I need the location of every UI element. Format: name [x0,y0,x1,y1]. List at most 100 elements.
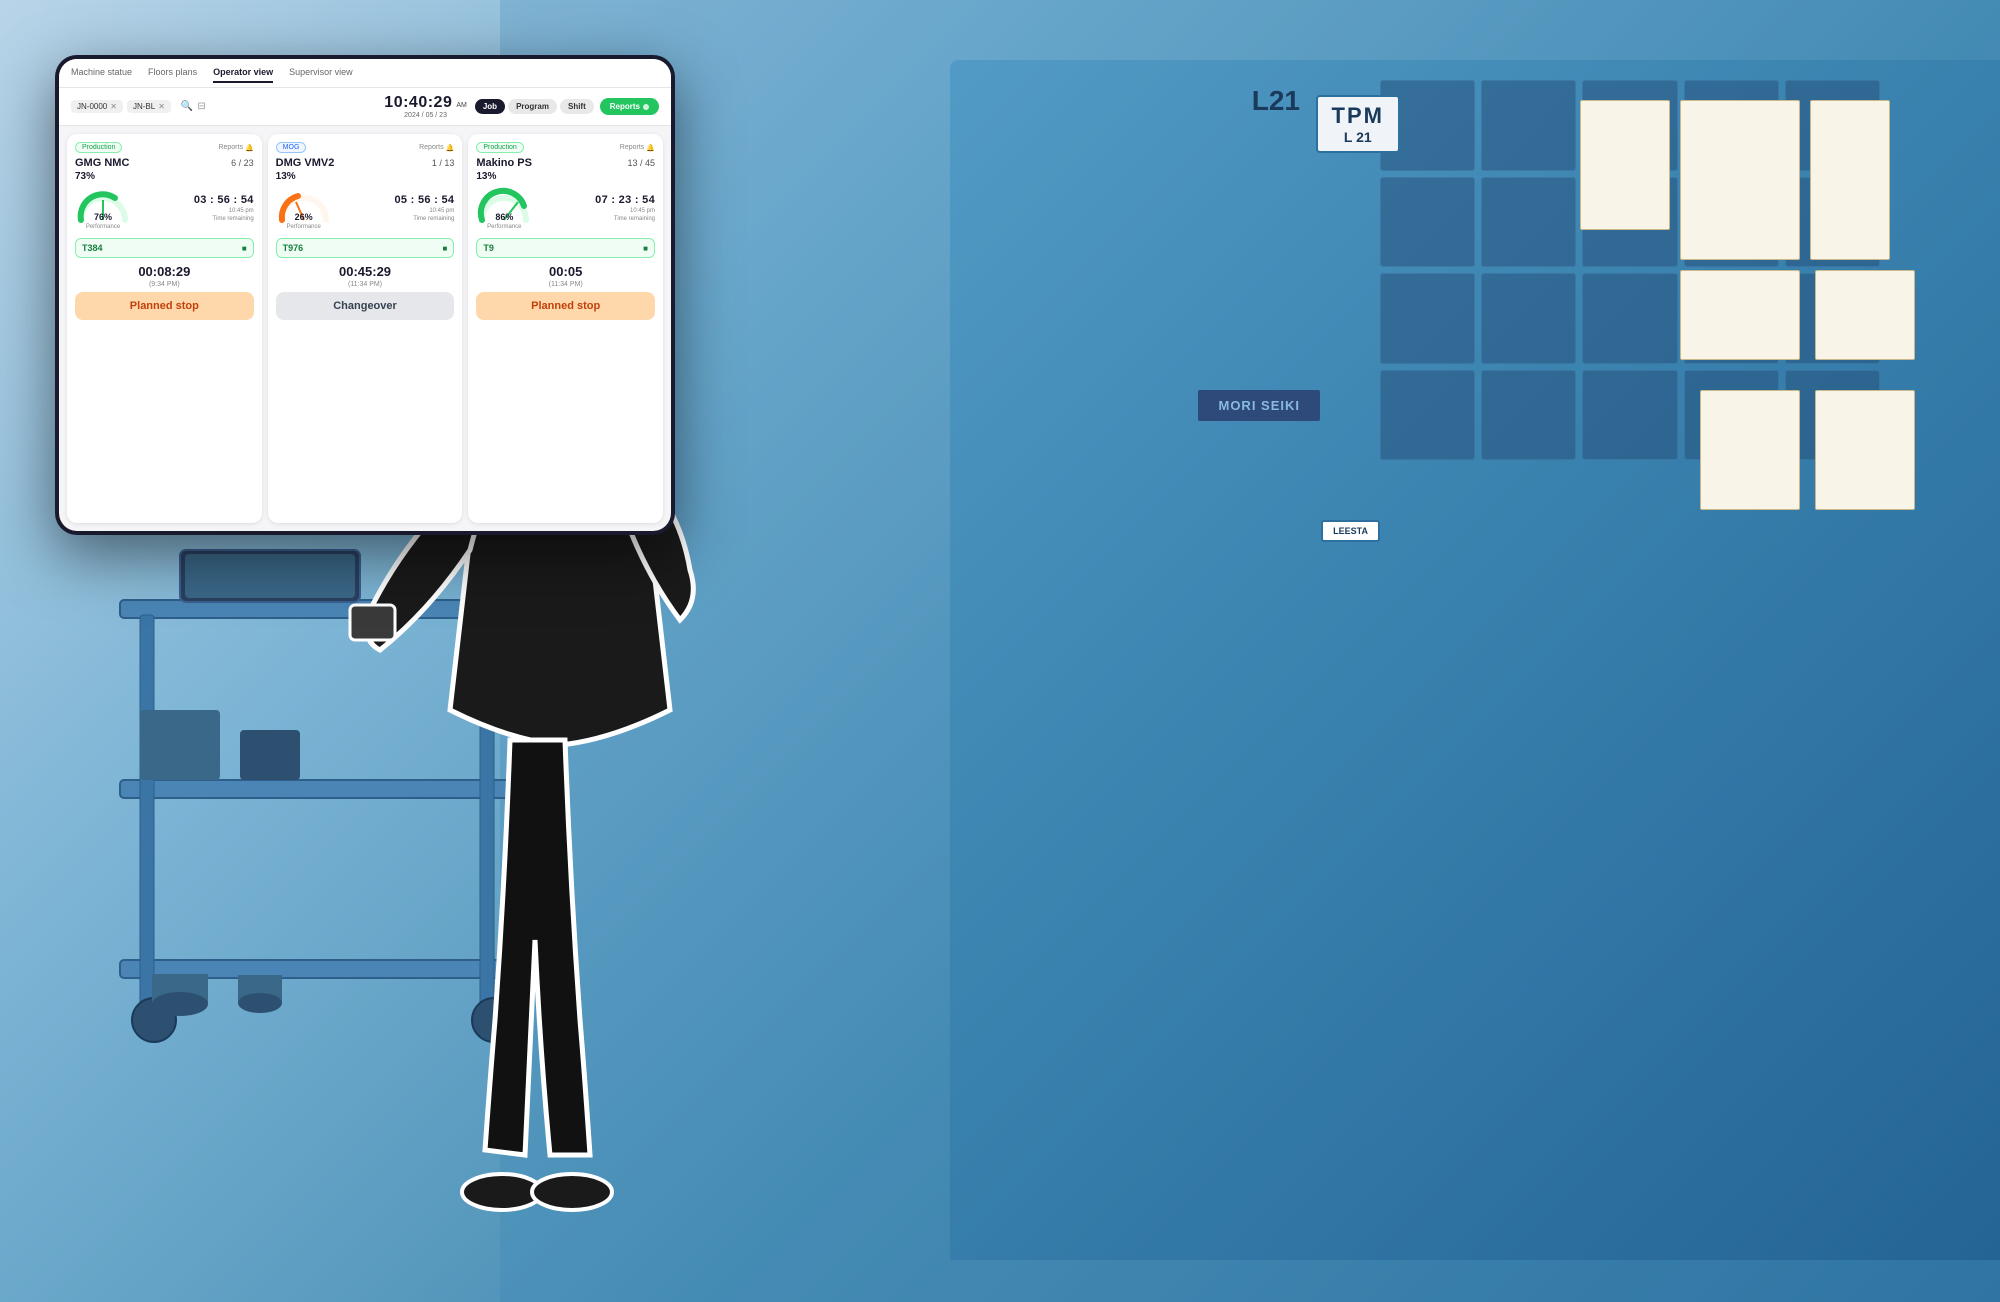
job-tag-2: T9 [483,243,494,253]
search-area: 🔍 ⊟ [181,101,206,112]
status-btn-1[interactable]: Changeover [276,292,455,320]
countdown-0: 03 : 56 : 54 [194,194,254,206]
nav-tabs: Machine statue Floors plans Operator vie… [71,67,659,83]
card-percent-0: 73% [75,171,254,182]
card-header-1: MOG Reports 🔔 [276,142,455,153]
notice-paper-6 [1815,390,1915,510]
panel-cell [1481,177,1576,268]
filter-tag-0[interactable]: JN-0000 ✕ [71,100,123,113]
tpm-subtitle: L 21 [1332,129,1384,145]
job-time-sub-2: (11:34 PM) [476,281,655,288]
gauge-label-0: Performance [75,224,131,230]
card-reports-0[interactable]: Reports 🔔 [218,144,253,152]
notice-paper-3 [1810,100,1890,260]
gauge-val-0: 76% [94,212,112,222]
panel-cell [1380,370,1475,461]
clock-time: 10:40:29 [384,94,452,112]
notice-paper-1 [1680,100,1800,260]
filter-tag-label-0: JN-0000 [77,102,107,111]
pill-shift[interactable]: Shift [560,99,594,114]
pill-program[interactable]: Program [508,99,557,114]
job-box-1: T976 ■ [276,238,455,258]
toggle-pills: Job Program Shift [475,99,594,114]
filter-tag-remove-0[interactable]: ✕ [110,102,117,111]
status-btn-0[interactable]: Planned stop [75,292,254,320]
countdown-sub-1: 10:45 pm [429,208,454,214]
time-info-1: 05 : 56 : 54 10:45 pm Time remaining [394,194,454,222]
reports-text-2: Reports [620,144,645,151]
card-badge-0: Production [75,142,122,153]
countdown-1: 05 : 56 : 54 [394,194,454,206]
panel-cell [1380,177,1475,268]
notice-paper-2 [1580,100,1670,230]
job-time-sub-0: (9:34 PM) [75,281,254,288]
tab-floors-plans[interactable]: Floors plans [148,67,197,83]
job-icon-0: ■ [242,244,247,253]
gauge-row-2: 86% Performance 07 : 23 : 54 10:45 pm Ti… [476,186,655,230]
time-info-0: 03 : 56 : 54 10:45 pm Time remaining [194,194,254,222]
machine-card-2: Production Reports 🔔 Makino PS 13 / 45 1… [468,134,663,523]
pill-job[interactable]: Job [475,99,505,114]
machine-label-l21: L21 [1252,85,1300,117]
tablet-screen: Machine statue Floors plans Operator vie… [59,59,671,531]
reports-icon-1: 🔔 [446,144,455,152]
leesta-label: LEESTA [1333,526,1368,536]
card-reports-2[interactable]: Reports 🔔 [620,144,655,152]
gauge-val-2: 86% [495,212,513,222]
card-count-2: 13 / 45 [627,158,655,168]
gauge-1: 26% [276,186,332,224]
reports-label: Reports [610,102,640,111]
reports-icon-2: 🔔 [646,144,655,152]
tpm-title: TPM [1332,103,1384,129]
countdown-label-2: Time remaining [614,216,655,222]
header-row: JN-0000 ✕ JN-BL ✕ 🔍 ⊟ 10:40:29 AM 2024 /… [59,88,671,126]
card-title-0: GMG NMC [75,157,129,169]
card-badge-1: MOG [276,142,307,153]
filter-tags: JN-0000 ✕ JN-BL ✕ 🔍 ⊟ [71,100,384,113]
gauge-label-2: Performance [476,224,532,230]
tpm-label: TPM L 21 [1316,95,1400,153]
card-count-0: 6 / 23 [231,158,254,168]
machine-card-0: Production Reports 🔔 GMG NMC 6 / 23 73% [67,134,262,523]
job-box-2: T9 ■ [476,238,655,258]
countdown-label-0: Time remaining [213,216,254,222]
job-icon-1: ■ [443,244,448,253]
gauge-0: 76% [75,186,131,224]
filter-tag-remove-1[interactable]: ✕ [158,102,165,111]
clock-ampm: AM [456,102,467,109]
status-btn-2[interactable]: Planned stop [476,292,655,320]
panel-cell [1582,273,1677,364]
card-percent-1: 13% [276,171,455,182]
tab-supervisor-view[interactable]: Supervisor view [289,67,353,83]
card-header-0: Production Reports 🔔 [75,142,254,153]
leesta-badge: LEESTA [1321,520,1380,542]
filter-tag-1[interactable]: JN-BL ✕ [127,100,171,113]
card-title-1: DMG VMV2 [276,157,335,169]
job-icon-2: ■ [643,244,648,253]
card-reports-1[interactable]: Reports 🔔 [419,144,454,152]
reports-button[interactable]: Reports [600,98,659,115]
card-badge-2: Production [476,142,523,153]
countdown-label-1: Time remaining [413,216,454,222]
filter-icon: ⊟ [197,101,205,112]
reports-icon-0: 🔔 [245,144,254,152]
tab-operator-view[interactable]: Operator view [213,67,273,83]
filter-tag-label-1: JN-BL [133,102,155,111]
card-percent-2: 13% [476,171,655,182]
gauge-row-0: 76% Performance 03 : 56 : 54 10:45 pm Ti… [75,186,254,230]
time-display: 10:40:29 AM 2024 / 05 / 23 [384,94,467,119]
panel-cell [1582,370,1677,461]
card-title-2: Makino PS [476,157,532,169]
countdown-sub-2: 10:45 pm [630,208,655,214]
job-tag-0: T384 [82,243,103,253]
notice-paper-4 [1680,270,1800,360]
panel-cell [1481,370,1576,461]
countdown-2: 07 : 23 : 54 [595,194,655,206]
notice-paper-7 [1700,390,1800,510]
panel-cell [1380,273,1475,364]
job-tag-1: T976 [283,243,304,253]
gauge-2: 86% [476,186,532,224]
job-time-sub-1: (11:34 PM) [276,281,455,288]
panel-cell [1481,80,1576,171]
tab-machine-status[interactable]: Machine statue [71,67,132,83]
